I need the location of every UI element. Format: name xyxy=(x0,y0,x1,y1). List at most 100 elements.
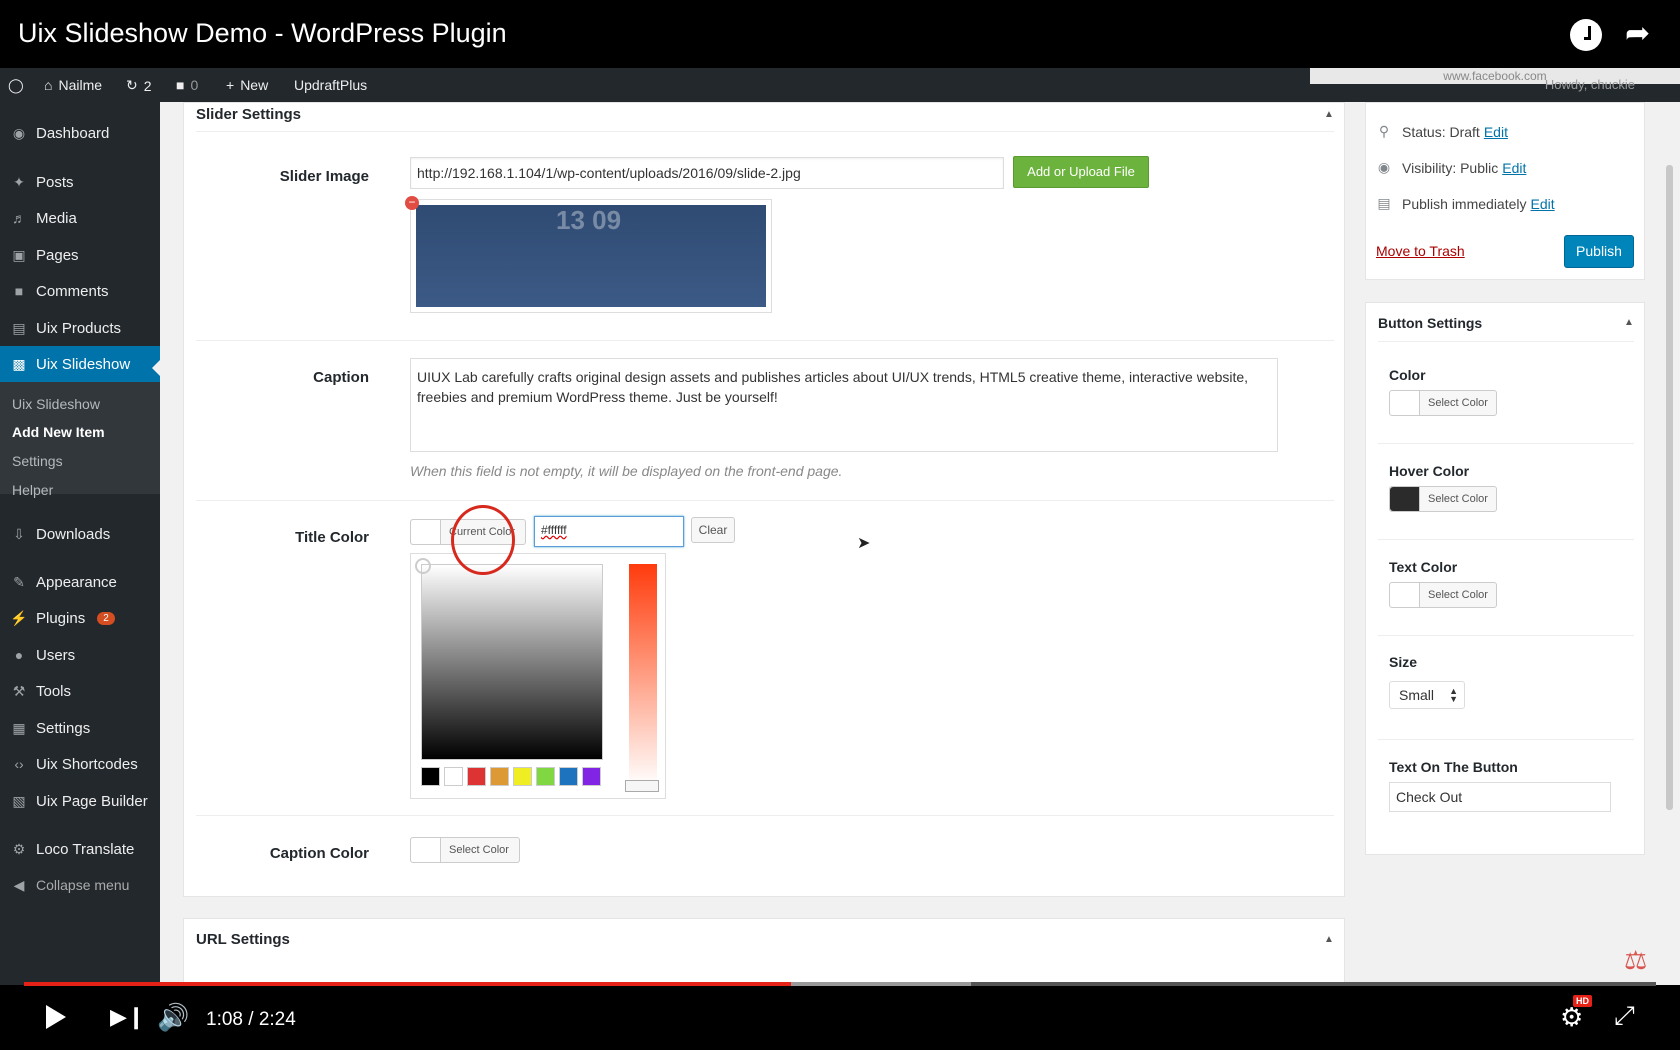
panel-title: Button Settings xyxy=(1378,315,1483,331)
hover-color-picker[interactable]: Select Color xyxy=(1389,486,1497,512)
hex-color-input[interactable]: #ffffff xyxy=(534,516,684,547)
publish-label: Publish xyxy=(1402,195,1448,212)
select-color-label: Select Color xyxy=(1428,397,1488,409)
submenu-settings[interactable]: Settings xyxy=(12,453,63,469)
submenu-add-new-item[interactable]: Add New Item xyxy=(12,424,105,440)
select-color-label: Select Color xyxy=(1428,589,1488,601)
sidebar-item-settings[interactable]: ▦ Settings xyxy=(0,710,160,746)
edit-status-link[interactable]: Edit xyxy=(1484,124,1508,140)
size-value: Small xyxy=(1399,687,1435,703)
site-name-link[interactable]: ⌂ Nailme xyxy=(44,77,102,93)
panel-title: Slider Settings xyxy=(196,106,302,123)
annotation-circle xyxy=(451,505,515,575)
refresh-icon: ↻ xyxy=(126,77,138,93)
publish-when: immediately xyxy=(1451,195,1527,212)
sidebar-item-label: Loco Translate xyxy=(36,840,135,858)
button-color-picker[interactable]: Select Color xyxy=(1389,390,1497,416)
updates-link[interactable]: ↻ 2 xyxy=(126,77,152,94)
divider xyxy=(1378,635,1634,636)
palette-swatch[interactable] xyxy=(536,767,555,786)
collapse-arrow-icon[interactable]: ▲ xyxy=(1324,934,1334,945)
palette-swatch[interactable] xyxy=(421,767,440,786)
new-label: New xyxy=(240,77,269,93)
sidebar-item-label: Uix Shortcodes xyxy=(36,755,138,773)
publish-box: ⚲ Status: Draft Edit ◉ Visibility: Public… xyxy=(1365,102,1645,280)
collapse-arrow-icon[interactable]: ▲ xyxy=(1624,317,1634,328)
progress-played xyxy=(24,982,792,986)
sidebar-item-plugins[interactable]: ⚡ Plugins 2 xyxy=(0,600,160,636)
edit-publish-time-link[interactable]: Edit xyxy=(1531,196,1555,212)
publish-button[interactable]: Publish xyxy=(1564,235,1634,268)
sidebar-item-uix-slideshow[interactable]: ▩ Uix Slideshow xyxy=(0,346,160,382)
url-settings-panel: URL Settings ▲ xyxy=(183,918,1345,985)
palette-swatch[interactable] xyxy=(490,767,509,786)
sidebar-item-appearance[interactable]: ✎ Appearance xyxy=(0,564,160,600)
settings-gear-icon[interactable]: ⚙ xyxy=(1560,1003,1583,1031)
collapse-menu-button[interactable]: ◀ Collapse menu xyxy=(0,867,160,903)
updraftplus-link[interactable]: UpdraftPlus xyxy=(294,77,367,93)
slider-image-url-input[interactable]: http://192.168.1.104/1/wp-content/upload… xyxy=(410,157,1004,189)
slide-thumbnail-image: 13 09 xyxy=(416,205,766,307)
comments-link[interactable]: ■ 0 xyxy=(176,77,198,93)
text-color-picker[interactable]: Select Color xyxy=(1389,582,1497,608)
palette-swatch[interactable] xyxy=(559,767,578,786)
palette-swatch[interactable] xyxy=(513,767,532,786)
updates-count: 2 xyxy=(143,77,152,94)
comments-count: 0 xyxy=(190,77,199,93)
exit-fullscreen-icon[interactable]: ⤢ xyxy=(1614,1001,1635,1029)
wordpress-logo-icon[interactable]: ◯ xyxy=(8,77,24,94)
submenu-helper[interactable]: Helper xyxy=(12,482,53,498)
share-icon[interactable]: ➦ xyxy=(1625,18,1657,50)
remove-image-icon[interactable]: − xyxy=(405,196,419,210)
play-icon[interactable] xyxy=(46,1005,66,1029)
hue-slider-handle[interactable] xyxy=(625,780,659,792)
submenu-uix-slideshow[interactable]: Uix Slideshow xyxy=(12,396,100,412)
add-upload-file-button[interactable]: Add or Upload File xyxy=(1013,156,1149,188)
button-text-input[interactable]: Check Out xyxy=(1389,782,1611,812)
picker-handle[interactable] xyxy=(415,558,431,574)
plus-icon: + xyxy=(226,77,235,93)
caption-textarea[interactable]: UIUX Lab carefully crafts original desig… xyxy=(410,358,1278,452)
hue-strip[interactable] xyxy=(629,564,657,786)
active-menu-arrow xyxy=(152,360,160,376)
page-scrollbar[interactable] xyxy=(1666,165,1673,810)
palette-swatch[interactable] xyxy=(444,767,463,786)
size-select[interactable]: Small ▲ ▼ xyxy=(1389,681,1465,709)
new-content-link[interactable]: + New xyxy=(226,77,268,93)
slider-image-preview: 13 09 xyxy=(410,199,772,313)
watch-later-icon[interactable] xyxy=(1570,19,1602,51)
saturation-square[interactable] xyxy=(421,564,603,760)
select-color-label: Select Color xyxy=(1428,493,1488,505)
sidebar-item-loco-translate[interactable]: ⚙ Loco Translate xyxy=(0,831,160,867)
flask-icon[interactable]: ⚖ xyxy=(1624,945,1647,976)
sidebar-item-tools[interactable]: ⚒ Tools xyxy=(0,673,160,709)
slideshow-submenu: Uix Slideshow Add New Item Settings Help… xyxy=(0,382,160,498)
howdy-user[interactable]: Howdy, chuckie xyxy=(1545,77,1635,92)
palette-swatch[interactable] xyxy=(467,767,486,786)
sidebar-item-comments[interactable]: ■ Comments xyxy=(0,273,160,309)
sidebar-item-dashboard[interactable]: ◉ Dashboard xyxy=(0,115,160,151)
sidebar-item-downloads[interactable]: ⇩ Downloads xyxy=(0,516,160,552)
palette-swatch[interactable] xyxy=(582,767,601,786)
next-video-icon[interactable]: ▶❙ xyxy=(110,1005,145,1029)
move-to-trash-link[interactable]: Move to Trash xyxy=(1376,243,1465,259)
slider-image-label: Slider Image xyxy=(279,168,369,185)
sidebar-item-users[interactable]: ● Users xyxy=(0,637,160,673)
clear-color-button[interactable]: Clear xyxy=(691,517,735,543)
sidebar-item-label: Users xyxy=(36,646,76,664)
video-title[interactable]: Uix Slideshow Demo - WordPress Plugin xyxy=(18,18,507,49)
volume-icon[interactable]: 🔊 xyxy=(157,1003,189,1031)
sidebar-item-pages[interactable]: ▣ Pages xyxy=(0,237,160,273)
eye-icon: ◉ xyxy=(1377,159,1391,175)
sidebar-item-uix-products[interactable]: ▤ Uix Products xyxy=(0,310,160,346)
sidebar-item-posts[interactable]: ✦ Posts xyxy=(0,164,160,200)
caption-color-button[interactable]: Select Color xyxy=(410,837,520,863)
status-value: Draft xyxy=(1449,123,1480,140)
sidebar-item-uix-page-builder[interactable]: ▧ Uix Page Builder xyxy=(0,783,160,819)
sidebar-item-media[interactable]: ♬ Media xyxy=(0,200,160,236)
hover-color-label: Hover Color xyxy=(1389,463,1470,479)
slideshow-icon: ▩ xyxy=(12,356,26,372)
edit-visibility-link[interactable]: Edit xyxy=(1502,160,1526,176)
sidebar-item-uix-shortcodes[interactable]: ‹› Uix Shortcodes xyxy=(0,746,160,782)
collapse-arrow-icon[interactable]: ▲ xyxy=(1324,109,1334,120)
